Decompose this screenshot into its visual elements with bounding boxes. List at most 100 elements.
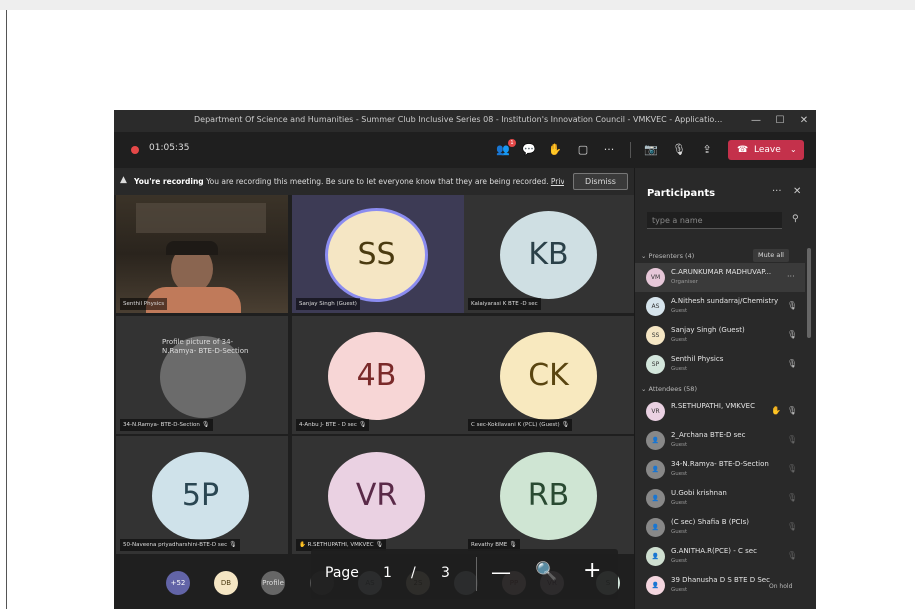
video-tile[interactable]: 4B 4-Anbu J- BTE - D sec 🎙 — [292, 316, 464, 434]
participant-name: 50-Naveena priyadharshini-BTE-D sec — [123, 542, 228, 548]
attendee-row[interactable]: 👤 (C sec) Shafia B (PCIs) Guest 🎙 — [635, 513, 805, 542]
presenters-section-header[interactable]: ⌄ Presenters (4) — [641, 252, 694, 260]
video-tile[interactable]: RB Revathy BME 🎙 — [464, 436, 636, 554]
participant-name: 39 Dhanusha D S BTE D Sec — [671, 576, 770, 584]
person-icon: 👤 — [646, 576, 665, 595]
phone-icon: ☎ — [737, 145, 749, 155]
video-tile[interactable]: CK C sec-Kokilavani K (PCL) (Guest) 🎙 — [464, 316, 636, 434]
current-page-input[interactable]: 1 — [383, 565, 392, 581]
mic-off-icon[interactable]: 🎙 — [787, 435, 797, 444]
participant-row[interactable]: SS Sanjay Singh (Guest) Guest 🎙 — [635, 321, 805, 350]
tile-name-label: 34-N.Ramya- BTE-D-Section 🎙 — [120, 419, 213, 431]
participant-role: Guest — [671, 500, 688, 506]
privacy-link[interactable]: Privacy p... — [551, 177, 564, 186]
video-tile[interactable]: Senthil Physics — [116, 195, 288, 313]
raise-hand-icon[interactable]: ✋ — [546, 141, 564, 159]
total-pages: 3 — [441, 565, 450, 581]
raised-hand-icon: ✋ — [771, 406, 781, 415]
dismiss-button[interactable]: Dismiss — [573, 173, 628, 190]
pdf-toolbar-separator — [476, 557, 477, 591]
person-icon: 👤 — [646, 460, 665, 479]
close-window-button[interactable]: ✕ — [796, 113, 812, 129]
chat-icon[interactable]: 💬 — [520, 141, 538, 159]
breakout-rooms-icon[interactable]: ▢ — [574, 141, 592, 159]
participant-role: Guest — [671, 337, 688, 343]
mic-icon[interactable]: 🎙 — [787, 330, 797, 339]
participant-search-input[interactable] — [647, 212, 782, 229]
raised-hand-icon: ✋ — [299, 542, 306, 548]
leave-button[interactable]: ☎ Leave ⌄ — [728, 140, 804, 160]
more-icon[interactable]: ··· — [787, 272, 795, 281]
page-separator: / — [411, 565, 416, 581]
panel-title: Participants — [647, 188, 716, 199]
video-tile[interactable]: Profile picture of 34-N.Ramya- BTE-D-Sec… — [116, 316, 288, 434]
avatar: 4B — [328, 332, 425, 420]
attendee-row[interactable]: 👤 2_Archana BTE-D sec Guest 🎙 — [635, 426, 805, 455]
attendee-row[interactable]: 👤 39 Dhanusha D S BTE D Sec Guest On hold — [635, 571, 805, 600]
participant-row[interactable]: AS A.Nithesh sundarraj/Chemistry Guest 🎙 — [635, 292, 805, 321]
participant-role: Guest — [671, 529, 688, 535]
page-label: Page — [325, 565, 359, 581]
participant-role: Organiser — [671, 279, 698, 285]
mic-off-icon[interactable]: 🎙 — [787, 522, 797, 531]
video-tile[interactable]: VR ✋ R.SETHUPATHI, VMKVEC 🎙 — [292, 436, 464, 554]
zoom-fit-icon[interactable]: 🔍 — [535, 561, 557, 582]
zoom-out-button[interactable]: — — [491, 560, 511, 584]
mic-icon[interactable]: 🎙 — [787, 359, 797, 368]
strip-avatar[interactable]: DB — [214, 571, 238, 595]
video-tile[interactable]: SS Sanjay Singh (Guest) — [292, 195, 464, 313]
chevron-down-icon[interactable]: ⌄ — [790, 140, 797, 160]
mic-icon[interactable]: 🎙 — [787, 301, 797, 310]
participant-name: U.Gobi krishnan — [671, 489, 727, 497]
attendees-count: Attendees (58) — [648, 385, 697, 393]
browser-top-bar — [0, 0, 915, 10]
maximize-button[interactable]: ☐ — [772, 113, 788, 129]
attendee-row[interactable]: 👤 U.Gobi krishnan Guest 🎙 — [635, 484, 805, 513]
mic-off-icon[interactable]: 🎙 — [787, 551, 797, 560]
minimize-button[interactable]: — — [748, 113, 764, 129]
teams-meeting-window: Department Of Science and Humanities - S… — [114, 110, 816, 609]
strip-avatar[interactable]: +52 — [166, 571, 190, 595]
participant-name: 34-N.Ramya- BTE-D-Section — [671, 460, 769, 468]
zoom-in-button[interactable]: + — [583, 558, 601, 583]
attendee-row[interactable]: VR R.SETHUPATHI, VMKVEC ✋ 🎙 — [635, 397, 805, 426]
avatar: 5P — [152, 452, 249, 540]
panel-more-icon[interactable]: ··· — [772, 186, 782, 197]
avatar: CK — [500, 332, 597, 420]
participant-avatar: SS — [646, 326, 665, 345]
toolbar-separator — [630, 142, 631, 158]
meeting-timer: 01:05:35 — [149, 143, 190, 153]
mic-icon[interactable]: 🎙 — [670, 141, 688, 159]
participant-avatar: SP — [646, 355, 665, 374]
share-invite-icon[interactable]: ⚲ — [792, 214, 799, 224]
mic-off-icon[interactable]: 🎙 — [787, 493, 797, 502]
strip-avatar[interactable]: Profile — [261, 571, 285, 595]
participant-role: Guest — [671, 308, 688, 314]
video-tile[interactable]: KB Kalaiyarasi K BTE -D sec — [464, 195, 636, 313]
mic-off-icon[interactable]: 🎙 — [787, 464, 797, 473]
mic-off-icon[interactable]: 🎙 — [787, 406, 797, 415]
video-tile[interactable]: 5P 50-Naveena priyadharshini-BTE-D sec 🎙 — [116, 436, 288, 554]
attendee-row[interactable]: 👤 34-N.Ramya- BTE-D-Section Guest 🎙 — [635, 455, 805, 484]
recording-banner: ▲ You're recording You are recording thi… — [114, 168, 634, 195]
leave-label: Leave — [754, 145, 781, 155]
avatar: SS — [328, 211, 425, 299]
participant-row[interactable]: SP Senthil Physics Guest 🎙 — [635, 350, 805, 379]
broken-image-alt: Profile picture of 34-N.Ramya- BTE-D-Sec… — [162, 338, 249, 355]
participant-name: 4-Anbu J- BTE - D sec — [299, 422, 357, 428]
panel-scrollbar[interactable] — [807, 248, 811, 338]
share-screen-icon[interactable]: ⇪ — [698, 141, 716, 159]
attendees-section-header[interactable]: ⌄ Attendees (58) — [641, 385, 697, 393]
panel-close-icon[interactable]: ✕ — [793, 186, 801, 197]
warning-icon: ▲ — [120, 175, 127, 185]
attendee-row[interactable]: 👤 G.ANITHA.R(PCE) - C sec Guest 🎙 — [635, 542, 805, 571]
more-options-icon[interactable]: ··· — [600, 141, 618, 159]
page: Department Of Science and Humanities - S… — [0, 0, 915, 609]
camera-icon[interactable]: 📷 — [642, 141, 660, 159]
participant-name: R.SETHUPATHI, VMKVEC — [671, 402, 755, 410]
recording-title: You're recording — [134, 177, 204, 186]
participant-row[interactable]: VM C.ARUNKUMAR MADHUVAP... Organiser ··· — [635, 263, 805, 292]
pdf-viewer-toolbar: Page 1 / 3 — 🔍 + — [311, 549, 618, 599]
mute-all-button[interactable]: Mute all — [753, 249, 789, 262]
window-title: Department Of Science and Humanities - S… — [194, 115, 724, 124]
